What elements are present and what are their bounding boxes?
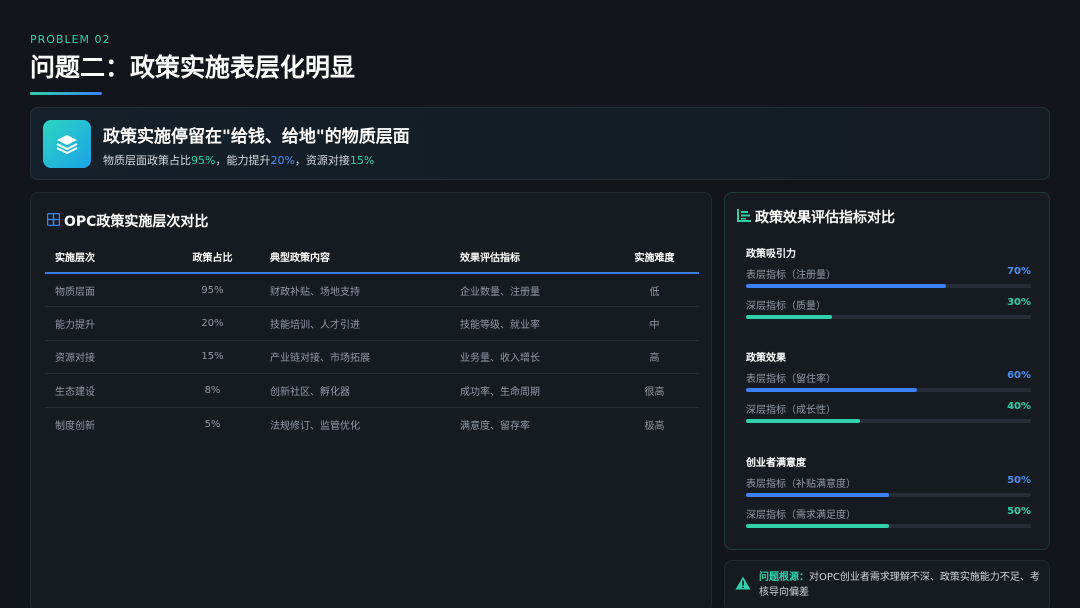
metric-group-title: 创业者满意度 (746, 458, 806, 469)
metric-bar (746, 419, 860, 423)
table-cell: 财政补贴、场地支持 (260, 273, 450, 307)
column-header: 典型政策内容 (260, 241, 450, 274)
table-cell: 物质层面 (45, 273, 165, 307)
policy-level-table: 实施层次 政策占比 典型政策内容 效果评估指标 实施难度 物质层面 95% 财政… (45, 241, 699, 441)
root-cause-note: 问题根源：对OPC创业者需求理解不深、政策实施能力不足、考核导向偏差 (724, 560, 1050, 608)
metric-group: 政策效果 表层指标（留住率） 60% 深层指标（成长性） 40% (746, 349, 1031, 432)
metric-row: 表层指标（补贴满意度） 50% (746, 475, 1031, 506)
table-icon (46, 212, 61, 230)
table-cell: 技能培训、人才引进 (260, 306, 450, 341)
metric-value: 50% (1007, 475, 1031, 486)
metric-row: 深层指标（成长性） 40% (746, 401, 1031, 432)
table-cell: 15% (165, 340, 260, 374)
table-cell: 创新社区、孵化器 (260, 373, 450, 408)
table-cell: 企业数量、注册量 (450, 273, 610, 307)
metric-row: 表层指标（留住率） 60% (746, 370, 1031, 401)
metric-label: 深层指标（成长性） (746, 405, 836, 416)
layers-icon (43, 120, 91, 168)
metric-row: 深层指标（需求满足度） 50% (746, 506, 1031, 537)
table-cell: 高 (610, 340, 699, 374)
metric-label: 表层指标（补贴满意度） (746, 479, 856, 490)
metric-bar (746, 493, 889, 497)
metric-label: 深层指标（需求满足度） (746, 510, 856, 521)
metric-bar (746, 284, 946, 288)
policy-level-table-card: OPC政策实施层次对比 实施层次 政策占比 典型政策内容 效果评估指标 实施难度… (30, 192, 712, 608)
table-cell: 中 (610, 306, 699, 341)
table-cell: 很高 (610, 373, 699, 408)
table-header-row: 实施层次 政策占比 典型政策内容 效果评估指标 实施难度 (45, 241, 699, 274)
table-cell: 生态建设 (45, 373, 165, 408)
metric-bar (746, 524, 889, 528)
metric-track (746, 284, 1031, 288)
metric-group: 政策吸引力 表层指标（注册量） 70% 深层指标（质量） 30% (746, 245, 1031, 328)
metric-label: 深层指标（质量） (746, 301, 826, 312)
title-underline (30, 92, 102, 95)
table-cell: 产业链对接、市场拓展 (260, 340, 450, 374)
table-cell: 20% (165, 306, 260, 341)
table-cell: 制度创新 (55, 420, 95, 432)
metric-value: 30% (1007, 297, 1031, 308)
eyebrow-label: PROBLEM 02 (30, 33, 111, 46)
table-cell: 满意度、留存率 (460, 420, 530, 432)
table-row: 资源对接 15% 产业链对接、市场拓展 业务量、收入增长 高 (45, 340, 699, 374)
metric-track (746, 388, 1031, 392)
metric-track (746, 419, 1031, 423)
metric-row: 深层指标（质量） 30% (746, 297, 1031, 328)
banner-title: 政策实施停留在"给钱、给地"的物质层面 (103, 127, 410, 147)
table-cell: 资源对接 (45, 340, 165, 374)
metric-label: 表层指标（注册量） (746, 270, 836, 281)
table-cell: 能力提升 (45, 306, 165, 341)
table-cell: 8% (165, 373, 260, 408)
table-cell: 法规修订、监管优化 (270, 420, 360, 432)
metric-track (746, 524, 1031, 528)
metric-row: 表层指标（注册量） 70% (746, 266, 1031, 297)
table-cell: 业务量、收入增长 (450, 340, 610, 374)
table-cell: 成功率、生命周期 (450, 373, 610, 408)
metric-group: 创业者满意度 表层指标（补贴满意度） 50% 深层指标（需求满足度） 50% (746, 454, 1031, 537)
banner-subtitle: 物质层面政策占比95%，能力提升20%，资源对接15% (103, 154, 375, 167)
metric-label: 表层指标（留住率） (746, 374, 836, 385)
metric-bar (746, 388, 917, 392)
page-title: 问题二：政策实施表层化明显 (30, 53, 356, 82)
summary-banner: 政策实施停留在"给钱、给地"的物质层面 物质层面政策占比95%，能力提升20%，… (30, 107, 1050, 180)
column-header: 政策占比 (165, 241, 260, 274)
table-cell: 低 (610, 273, 699, 307)
metric-track (746, 493, 1031, 497)
warning-icon (735, 575, 751, 594)
metrics-card-title: 政策效果评估指标对比 (737, 207, 895, 227)
metric-value: 40% (1007, 401, 1031, 412)
metric-track (746, 315, 1031, 319)
note-text: 问题根源：对OPC创业者需求理解不深、政策实施能力不足、考核导向偏差 (759, 572, 1040, 598)
table-cell: 5% (204, 418, 221, 430)
metric-bar (746, 315, 832, 319)
chart-bars-icon (737, 208, 751, 226)
table-card-title: OPC政策实施层次对比 (46, 211, 208, 231)
table-cell: 95% (165, 273, 260, 307)
metrics-comparison-card: 政策效果评估指标对比 政策吸引力 表层指标（注册量） 70% 深层指标（质量） … (724, 192, 1050, 550)
metric-value: 70% (1007, 266, 1031, 277)
column-header: 实施层次 (45, 241, 165, 274)
table-cell: 技能等级、就业率 (450, 306, 610, 341)
metric-group-title: 政策吸引力 (746, 249, 796, 260)
table-row: 制度创新 5% 法规修订、监管优化 满意度、留存率 极高 (45, 407, 699, 441)
metric-group-title: 政策效果 (746, 353, 786, 364)
metric-value: 50% (1007, 506, 1031, 517)
column-header: 实施难度 (610, 241, 699, 274)
table-cell: 极高 (644, 420, 665, 432)
metric-value: 60% (1007, 370, 1031, 381)
table-row: 生态建设 8% 创新社区、孵化器 成功率、生命周期 很高 (45, 373, 699, 408)
table-row: 能力提升 20% 技能培训、人才引进 技能等级、就业率 中 (45, 306, 699, 341)
column-header: 效果评估指标 (450, 241, 610, 274)
table-row: 物质层面 95% 财政补贴、场地支持 企业数量、注册量 低 (45, 273, 699, 307)
